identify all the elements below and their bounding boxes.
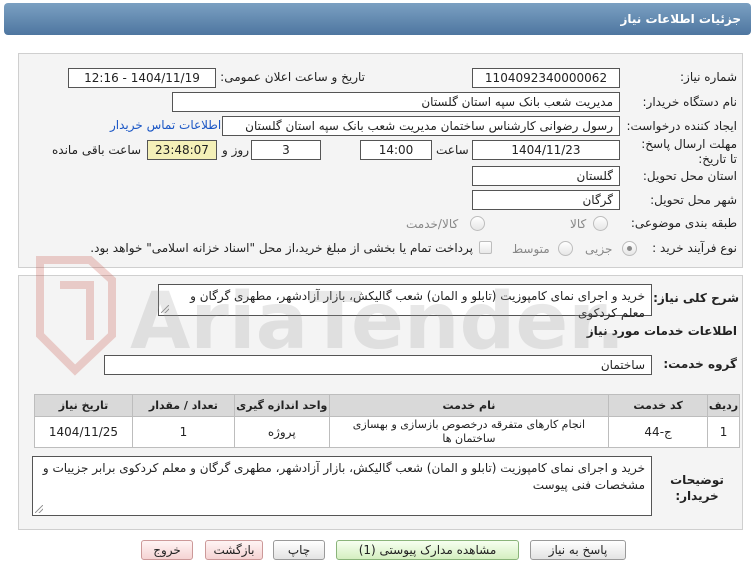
summary-textarea[interactable]: خرید و اجرای نمای کامپوزیت (تابلو و الما…: [158, 284, 652, 320]
service-group-field: ساختمان: [104, 355, 652, 375]
col-row: ردیف: [707, 394, 740, 417]
col-qty: تعداد / مقدار: [132, 394, 235, 417]
creator-field: رسول رضوانی کارشناس ساختمان مدیریت شعب ب…: [222, 116, 620, 136]
announce-date-label: تاریخ و ساعت اعلان عمومی:: [220, 70, 365, 84]
buyer-org-label: نام دستگاه خریدار:: [642, 95, 738, 109]
treasury-payment-checkbox[interactable]: [479, 241, 492, 254]
process-radio-medium[interactable]: [558, 241, 573, 256]
print-button[interactable]: چاپ: [273, 540, 325, 560]
col-name: نام خدمت: [328, 394, 610, 417]
buyer-notes-textarea[interactable]: خرید و اجرای نمای کامپوزیت (تابلو و الما…: [32, 456, 652, 516]
creator-label: ایجاد کننده درخواست:: [626, 119, 737, 133]
summary-label: شرح کلی نیاز:: [653, 291, 739, 305]
resize-grip-icon[interactable]: [161, 305, 169, 313]
summary-text: خرید و اجرای نمای کامپوزیت (تابلو و الما…: [190, 289, 645, 320]
resize-grip-icon[interactable]: [35, 505, 43, 513]
days-remaining-field: 3: [251, 140, 321, 160]
deadline-label: مهلت ارسال پاسخ: تا تاریخ:: [641, 137, 737, 166]
category-radio-goods-service[interactable]: [470, 216, 485, 231]
buyer-contact-link[interactable]: اطلاعات تماس خریدار: [110, 118, 221, 132]
back-button[interactable]: بازگشت: [205, 540, 263, 560]
category-label: طبقه بندی موضوعی:: [630, 216, 737, 230]
process-radio-minor[interactable]: [622, 241, 637, 256]
page-title-bar: جزئیات اطلاعات نیاز: [4, 3, 751, 35]
cell-code: ج-44: [608, 416, 709, 448]
service-group-label: گروه خدمت:: [663, 357, 737, 371]
view-attachments-button[interactable]: مشاهده مدارک پیوستی (1): [336, 540, 519, 560]
reply-to-need-button[interactable]: پاسخ به نیاز: [530, 540, 626, 560]
page-title: جزئیات اطلاعات نیاز: [620, 12, 741, 26]
remaining-time-field: 23:48:07: [147, 140, 217, 160]
need-number-label: شماره نیاز:: [680, 70, 737, 84]
cell-date: 1404/11/25: [34, 416, 133, 448]
deadline-time-label: ساعت: [436, 143, 469, 157]
province-label: استان محل تحویل:: [642, 169, 737, 183]
deadline-date-field: 1404/11/23: [472, 140, 620, 160]
table-header-row: ردیف کد خدمت نام خدمت واحد اندازه گیری ت…: [34, 394, 740, 417]
table-row: 1 ج-44 انجام کارهای متفرقه درخصوص بازساز…: [34, 416, 740, 448]
treasury-payment-note: پرداخت تمام یا بخشی از مبلغ خرید،از محل …: [90, 241, 473, 255]
city-label: شهر محل تحویل:: [650, 193, 737, 207]
cell-unit: پروژه: [233, 416, 330, 448]
days-label: روز و: [222, 143, 249, 157]
cell-row: 1: [707, 416, 740, 448]
announce-date-field: 1404/11/19 - 12:16: [68, 68, 216, 88]
buyer-notes-label: توضیحات خریدار:: [670, 473, 724, 503]
cell-qty: 1: [132, 416, 235, 448]
services-table: ردیف کد خدمت نام خدمت واحد اندازه گیری ت…: [34, 394, 740, 448]
process-option-minor: جزیی: [585, 242, 613, 256]
need-number-field: 1104092340000062: [472, 68, 620, 88]
cell-name: انجام کارهای متفرقه درخصوص بازسازی و بهس…: [328, 416, 610, 448]
exit-button[interactable]: خروج: [141, 540, 193, 560]
category-option-goods-service: کالا/خدمت: [406, 217, 459, 231]
category-option-goods: کالا: [570, 217, 587, 231]
buyer-notes-text: خرید و اجرای نمای کامپوزیت (تابلو و الما…: [42, 461, 645, 492]
city-field: گرگان: [472, 190, 620, 210]
deadline-time-field: 14:00: [360, 140, 432, 160]
remaining-time-label: ساعت باقی مانده: [52, 143, 142, 157]
services-section-title: اطلاعات خدمات مورد نیاز: [586, 324, 737, 338]
category-radio-goods[interactable]: [593, 216, 608, 231]
process-label: نوع فرآیند خرید :: [652, 241, 737, 255]
process-option-medium: متوسط: [512, 242, 550, 256]
col-date: تاریخ نیاز: [34, 394, 133, 417]
col-unit: واحد اندازه گیری: [233, 394, 330, 417]
province-field: گلستان: [472, 166, 620, 186]
col-code: کد خدمت: [608, 394, 709, 417]
buyer-org-field: مدیریت شعب بانک سپه استان گلستان: [172, 92, 620, 112]
